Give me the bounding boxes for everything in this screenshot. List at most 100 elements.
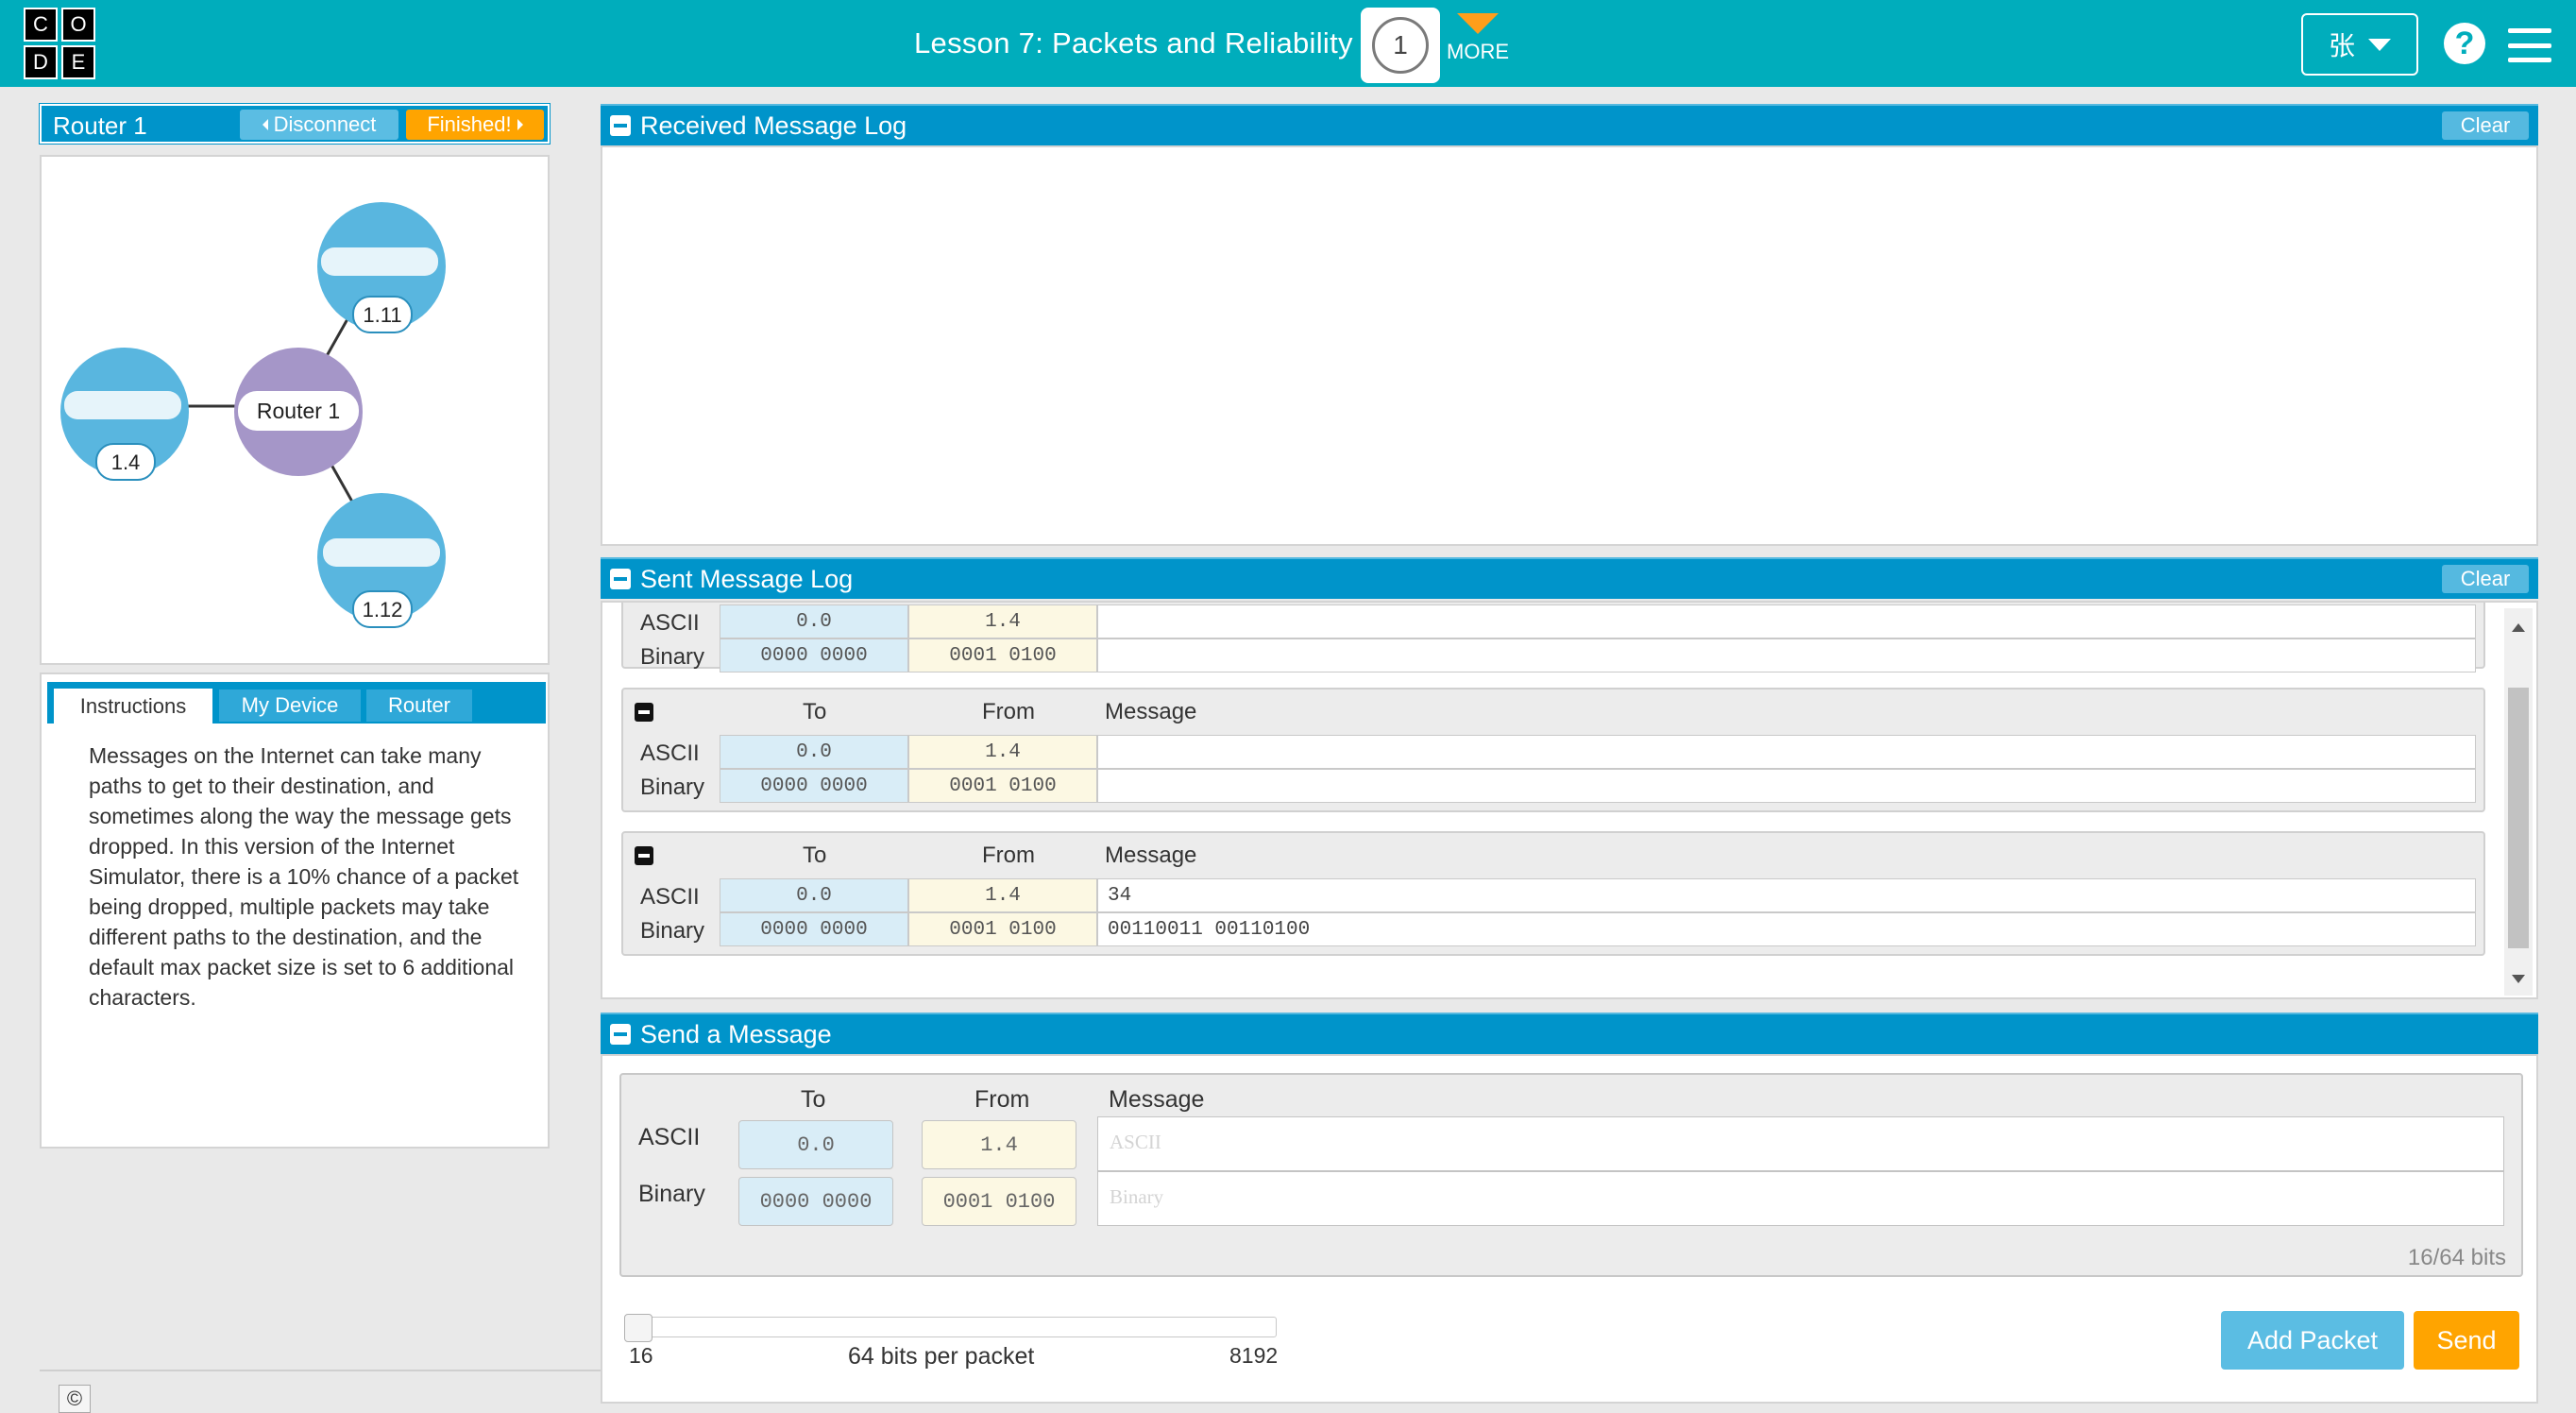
row-label-binary: Binary — [638, 1181, 705, 1207]
scroll-down-icon[interactable] — [2512, 975, 2525, 983]
footer-divider — [40, 1370, 625, 1371]
node-device[interactable]: 1.12 — [317, 493, 446, 628]
router-node[interactable]: Router 1 — [234, 348, 363, 476]
column-message: Message — [1105, 699, 1197, 724]
column-to: To — [801, 1086, 826, 1113]
tab-instructions[interactable]: Instructions — [53, 688, 213, 724]
received-log-title: Received Message Log — [640, 111, 907, 140]
logo-letter: E — [61, 45, 95, 79]
logo-letter: D — [24, 45, 58, 79]
caret-left-icon — [262, 119, 268, 130]
message-binary-cell: 00110011 00110100 — [1097, 912, 2476, 946]
logo-letter: C — [24, 8, 58, 42]
sent-log-scrollbar[interactable] — [2504, 608, 2533, 996]
hamburger-menu-icon[interactable] — [2508, 28, 2551, 62]
to-ascii-cell: 0.0 — [720, 735, 908, 769]
column-message: Message — [1105, 843, 1197, 868]
row-label-ascii: ASCII — [638, 1124, 701, 1150]
node-device[interactable]: 1.11 — [317, 202, 446, 333]
sent-log-header: Sent Message Log Clear — [601, 557, 2538, 599]
scroll-up-icon[interactable] — [2512, 623, 2525, 632]
triangle-down-icon — [1457, 13, 1499, 34]
to-ascii-cell: 0.0 — [720, 604, 908, 638]
more-label: MORE — [1447, 40, 1509, 63]
column-from: From — [974, 1086, 1030, 1113]
sent-packet: ASCII Binary 0.0 1.4 0000 0000 0001 0100 — [621, 603, 2485, 672]
user-name: 张 — [2328, 31, 2355, 60]
to-ascii-input[interactable]: 0.0 — [738, 1120, 893, 1169]
tab-router[interactable]: Router — [366, 689, 472, 722]
tab-my-device[interactable]: My Device — [219, 689, 361, 722]
column-from: From — [982, 843, 1035, 868]
from-binary-cell: 0001 0100 — [908, 769, 1097, 803]
send-message-title: Send a Message — [640, 1020, 832, 1048]
collapse-icon[interactable] — [610, 115, 631, 136]
to-binary-input[interactable]: 0000 0000 — [738, 1177, 893, 1226]
sent-log-body: ASCII Binary 0.0 1.4 0000 0000 0001 0100… — [601, 601, 2538, 999]
help-icon[interactable]: ? — [2444, 23, 2485, 64]
scrollbar-thumb[interactable] — [2508, 688, 2529, 948]
instructions-text: Messages on the Internet can take many p… — [89, 743, 519, 1010]
disconnect-label: Disconnect — [273, 112, 377, 136]
add-packet-button[interactable]: Add Packet — [2221, 1311, 2404, 1370]
collapse-packet-icon[interactable] — [635, 703, 653, 722]
to-ascii-cell: 0.0 — [720, 878, 908, 912]
to-binary-cell: 0000 0000 — [720, 769, 908, 803]
compose-packet: To From Message ASCII Binary 0.0 1.4 000… — [619, 1073, 2523, 1277]
from-ascii-cell: 1.4 — [908, 604, 1097, 638]
message-ascii-cell: 34 — [1097, 878, 2476, 912]
clear-received-button[interactable]: Clear — [2442, 111, 2529, 140]
node-name-pill — [321, 247, 438, 276]
copyright-icon[interactable]: © — [59, 1385, 91, 1413]
node-name-pill — [64, 391, 181, 419]
from-binary-cell: 0001 0100 — [908, 638, 1097, 672]
to-binary-cell: 0000 0000 — [720, 638, 908, 672]
more-button[interactable]: MORE — [1445, 13, 1511, 64]
clear-sent-button[interactable]: Clear — [2442, 565, 2529, 593]
send-message-header: Send a Message — [601, 1013, 2538, 1054]
row-label-binary: Binary — [640, 918, 705, 944]
send-message-body: To From Message ASCII Binary 0.0 1.4 000… — [601, 1054, 2538, 1404]
logo-letter: O — [61, 8, 95, 42]
message-ascii-input[interactable]: ASCII — [1097, 1116, 2504, 1171]
sent-packet: To From Message ASCII Binary 0.0 1.4 000… — [621, 688, 2485, 812]
router-title: Router 1 — [53, 111, 147, 140]
packet-size-slider[interactable] — [624, 1314, 1277, 1342]
info-panel: Instructions My Device Router Messages o… — [40, 672, 550, 1149]
caret-down-icon — [2368, 38, 2391, 51]
column-message: Message — [1109, 1086, 1205, 1113]
lesson-title: Lesson 7: Packets and Reliability — [914, 26, 1353, 60]
tab-strip: Instructions My Device Router — [47, 682, 546, 724]
collapse-packet-icon[interactable] — [635, 846, 653, 865]
received-log-body — [601, 145, 2538, 546]
from-ascii-cell: 1.4 — [908, 735, 1097, 769]
slider-handle[interactable] — [624, 1314, 652, 1342]
send-button[interactable]: Send — [2414, 1311, 2519, 1370]
node-address: 1.11 — [363, 303, 401, 327]
to-binary-cell: 0000 0000 — [720, 912, 908, 946]
node-device[interactable]: 1.4 — [60, 348, 189, 481]
level-bubble[interactable]: 1 — [1361, 8, 1440, 83]
collapse-icon[interactable] — [610, 569, 631, 589]
user-menu-button[interactable]: 张 — [2301, 13, 2418, 76]
row-label-binary: Binary — [640, 775, 705, 800]
router-header: Router 1 Disconnect Finished! — [40, 104, 550, 144]
from-ascii-input[interactable]: 1.4 — [922, 1120, 1076, 1169]
message-binary-input[interactable]: Binary — [1097, 1171, 2504, 1226]
disconnect-button[interactable]: Disconnect — [240, 110, 398, 140]
sent-log-title: Sent Message Log — [640, 565, 854, 593]
finished-button[interactable]: Finished! — [406, 110, 544, 140]
router-label: Router 1 — [257, 399, 340, 423]
from-binary-input[interactable]: 0001 0100 — [922, 1177, 1076, 1226]
from-ascii-cell: 1.4 — [908, 878, 1097, 912]
collapse-icon[interactable] — [610, 1024, 631, 1045]
code-logo[interactable]: C O D E — [24, 8, 95, 79]
sent-packet: To From Message ASCII Binary 0.0 1.4 34 … — [621, 831, 2485, 956]
message-ascii-cell — [1097, 604, 2476, 638]
column-to: To — [803, 699, 827, 724]
node-name-pill — [323, 538, 440, 567]
network-diagram: 1.11 1.4 1.12 Router 1 — [40, 155, 550, 665]
row-label-ascii: ASCII — [640, 741, 700, 766]
finished-label: Finished! — [427, 112, 512, 136]
column-from: From — [982, 699, 1035, 724]
